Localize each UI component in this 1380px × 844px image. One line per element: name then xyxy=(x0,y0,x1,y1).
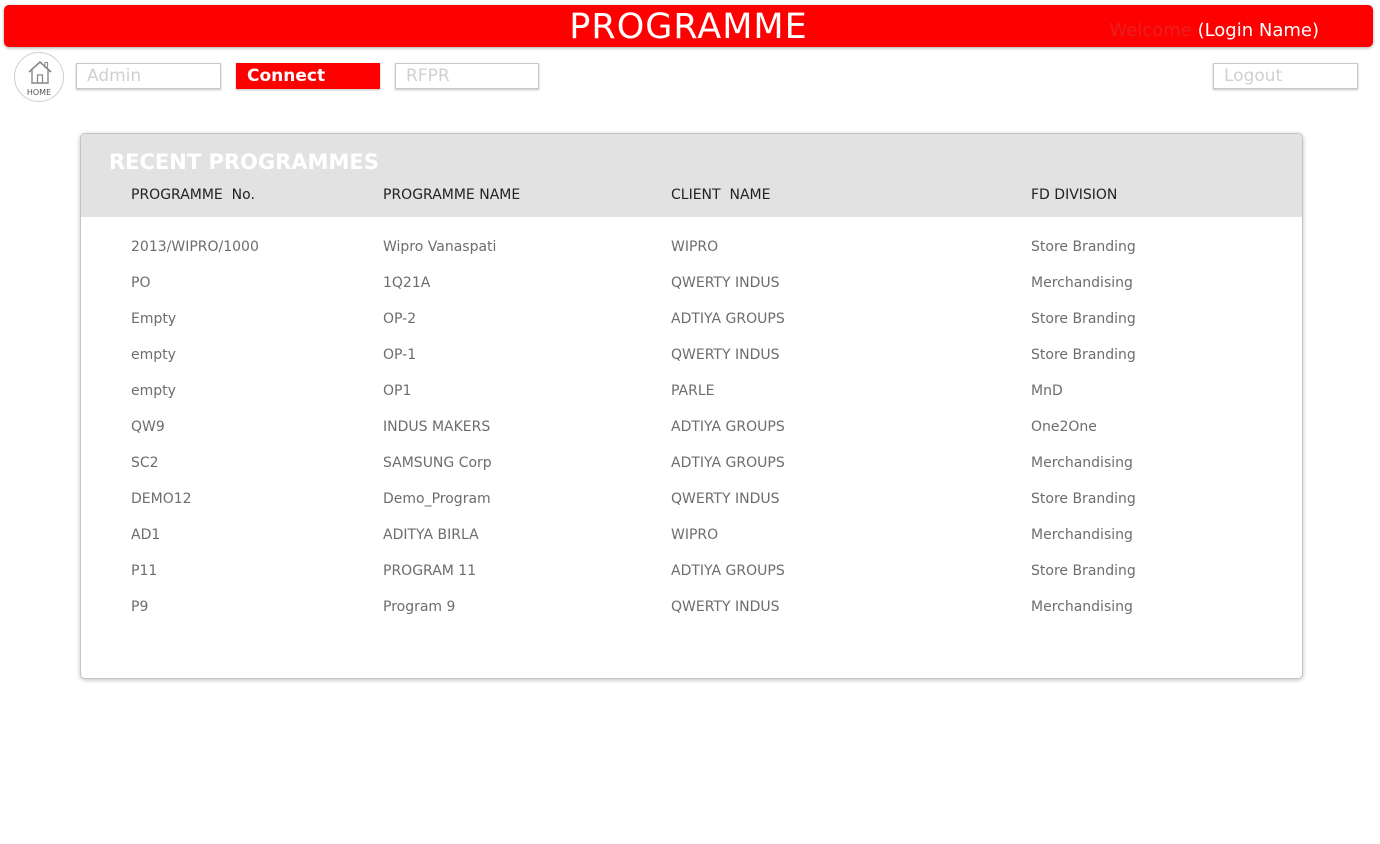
fd-division-cell: Merchandising xyxy=(1031,455,1133,471)
table-row[interactable]: PO 1Q21A QWERTY INDUS Merchandising xyxy=(81,274,1302,310)
programme-name-cell: ADITYA BIRLA xyxy=(383,527,479,543)
table-row[interactable]: QW9 INDUS MAKERS ADTIYA GROUPS One2One xyxy=(81,418,1302,454)
fd-division-cell: Merchandising xyxy=(1031,275,1133,291)
programme-no-cell: empty xyxy=(131,383,176,399)
column-header-programme-name: PROGRAMME NAME xyxy=(383,187,521,203)
programme-no-cell: DEMO12 xyxy=(131,491,192,507)
client-name-cell: QWERTY INDUS xyxy=(671,491,780,507)
table-row[interactable]: SC2 SAMSUNG Corp ADTIYA GROUPS Merchandisin… xyxy=(81,454,1302,490)
fd-division-cell: MnD xyxy=(1031,383,1063,399)
client-name-cell: ADTIYA GROUPS xyxy=(671,419,785,435)
programme-name-cell: OP-2 xyxy=(383,311,417,327)
programme-list: 2013/WIPRO/1000 Wipro Vanaspati WIPRO Store… xyxy=(81,238,1302,634)
table-row[interactable]: empty OP-1 QWERTY INDUS Store Branding xyxy=(81,346,1302,382)
login-name[interactable]: (Login Name) xyxy=(1198,20,1319,41)
column-header-fd-division: FD DIVISION xyxy=(1031,187,1118,203)
table-row[interactable]: 2013/WIPRO/1000 Wipro Vanaspati WIPRO Store… xyxy=(81,238,1302,274)
programme-no-cell: empty xyxy=(131,347,176,363)
recent-programmes-panel: RECENT PROGRAMMES PROGRAMME No. PROGRAMM… xyxy=(80,133,1303,679)
programme-no-cell: 2013/WIPRO/1000 xyxy=(131,239,259,255)
column-header-client-name: CLIENT NAME xyxy=(671,187,771,203)
welcome-message: Welcome (Login Name) xyxy=(1109,20,1319,42)
table-row[interactable]: DEMO12 Demo_Program QWERTY INDUS Store Bran… xyxy=(81,490,1302,526)
column-header-programme-no: PROGRAMME No. xyxy=(131,187,255,203)
programme-no-cell: SC2 xyxy=(131,455,159,471)
client-name-cell: WIPRO xyxy=(671,527,719,543)
welcome-label: Welcome xyxy=(1109,20,1192,41)
client-name-cell: ADTIYA GROUPS xyxy=(671,311,785,327)
client-name-cell: QWERTY INDUS xyxy=(671,599,780,615)
fd-division-cell: Store Branding xyxy=(1031,311,1136,327)
client-name-cell: WIPRO xyxy=(671,239,719,255)
panel-heading: RECENT PROGRAMMES xyxy=(109,150,379,174)
programme-name-cell: Wipro Vanaspati xyxy=(383,239,497,255)
client-name-cell: PARLE xyxy=(671,383,715,399)
home-button[interactable]: HOME xyxy=(14,52,64,102)
programme-name-cell: INDUS MAKERS xyxy=(383,419,491,435)
programme-name-cell: 1Q21A xyxy=(383,275,431,291)
table-row[interactable]: Empty OP-2 ADTIYA GROUPS Store Branding xyxy=(81,310,1302,346)
table-row[interactable]: P9 Program 9 QWERTY INDUS Merchandising xyxy=(81,598,1302,634)
programme-name-cell: OP1 xyxy=(383,383,412,399)
fd-division-cell: Store Branding xyxy=(1031,239,1136,255)
programme-no-cell: AD1 xyxy=(131,527,161,543)
client-name-cell: QWERTY INDUS xyxy=(671,347,780,363)
table-header: RECENT PROGRAMMES PROGRAMME No. PROGRAMM… xyxy=(81,134,1302,217)
programme-name-cell: Demo_Program xyxy=(383,491,491,507)
fd-division-cell: Merchandising xyxy=(1031,599,1133,615)
programme-name-cell: OP-1 xyxy=(383,347,417,363)
table-row[interactable]: empty OP1 PARLE MnD xyxy=(81,382,1302,418)
home-label: HOME xyxy=(26,88,52,97)
title-bar: PROGRAMME Welcome (Login Name) xyxy=(4,5,1373,47)
client-name-cell: ADTIYA GROUPS xyxy=(671,455,785,471)
connect-button[interactable]: Connect xyxy=(236,63,380,89)
programme-name-cell: PROGRAM 11 xyxy=(383,563,477,579)
client-name-cell: QWERTY INDUS xyxy=(671,275,780,291)
programme-no-cell: Empty xyxy=(131,311,177,327)
programme-name-cell: Program 9 xyxy=(383,599,456,615)
fd-division-cell: One2One xyxy=(1031,419,1097,435)
home-icon xyxy=(28,61,52,84)
fd-division-cell: Store Branding xyxy=(1031,347,1136,363)
logout-button[interactable]: Logout xyxy=(1213,63,1358,89)
table-row[interactable]: P11 PROGRAM 11 ADTIYA GROUPS Store Branding xyxy=(81,562,1302,598)
client-name-cell: ADTIYA GROUPS xyxy=(671,563,785,579)
programme-no-cell: QW9 xyxy=(131,419,165,435)
programme-no-cell: P11 xyxy=(131,563,158,579)
table-row[interactable]: AD1 ADITYA BIRLA WIPRO Merchandising xyxy=(81,526,1302,562)
fd-division-cell: Store Branding xyxy=(1031,491,1136,507)
programme-no-cell: P9 xyxy=(131,599,149,615)
fd-division-cell: Store Branding xyxy=(1031,563,1136,579)
rfpr-button[interactable]: RFPR xyxy=(395,63,539,89)
programme-name-cell: SAMSUNG Corp xyxy=(383,455,492,471)
programme-no-cell: PO xyxy=(131,275,151,291)
admin-button[interactable]: Admin xyxy=(76,63,221,89)
fd-division-cell: Merchandising xyxy=(1031,527,1133,543)
